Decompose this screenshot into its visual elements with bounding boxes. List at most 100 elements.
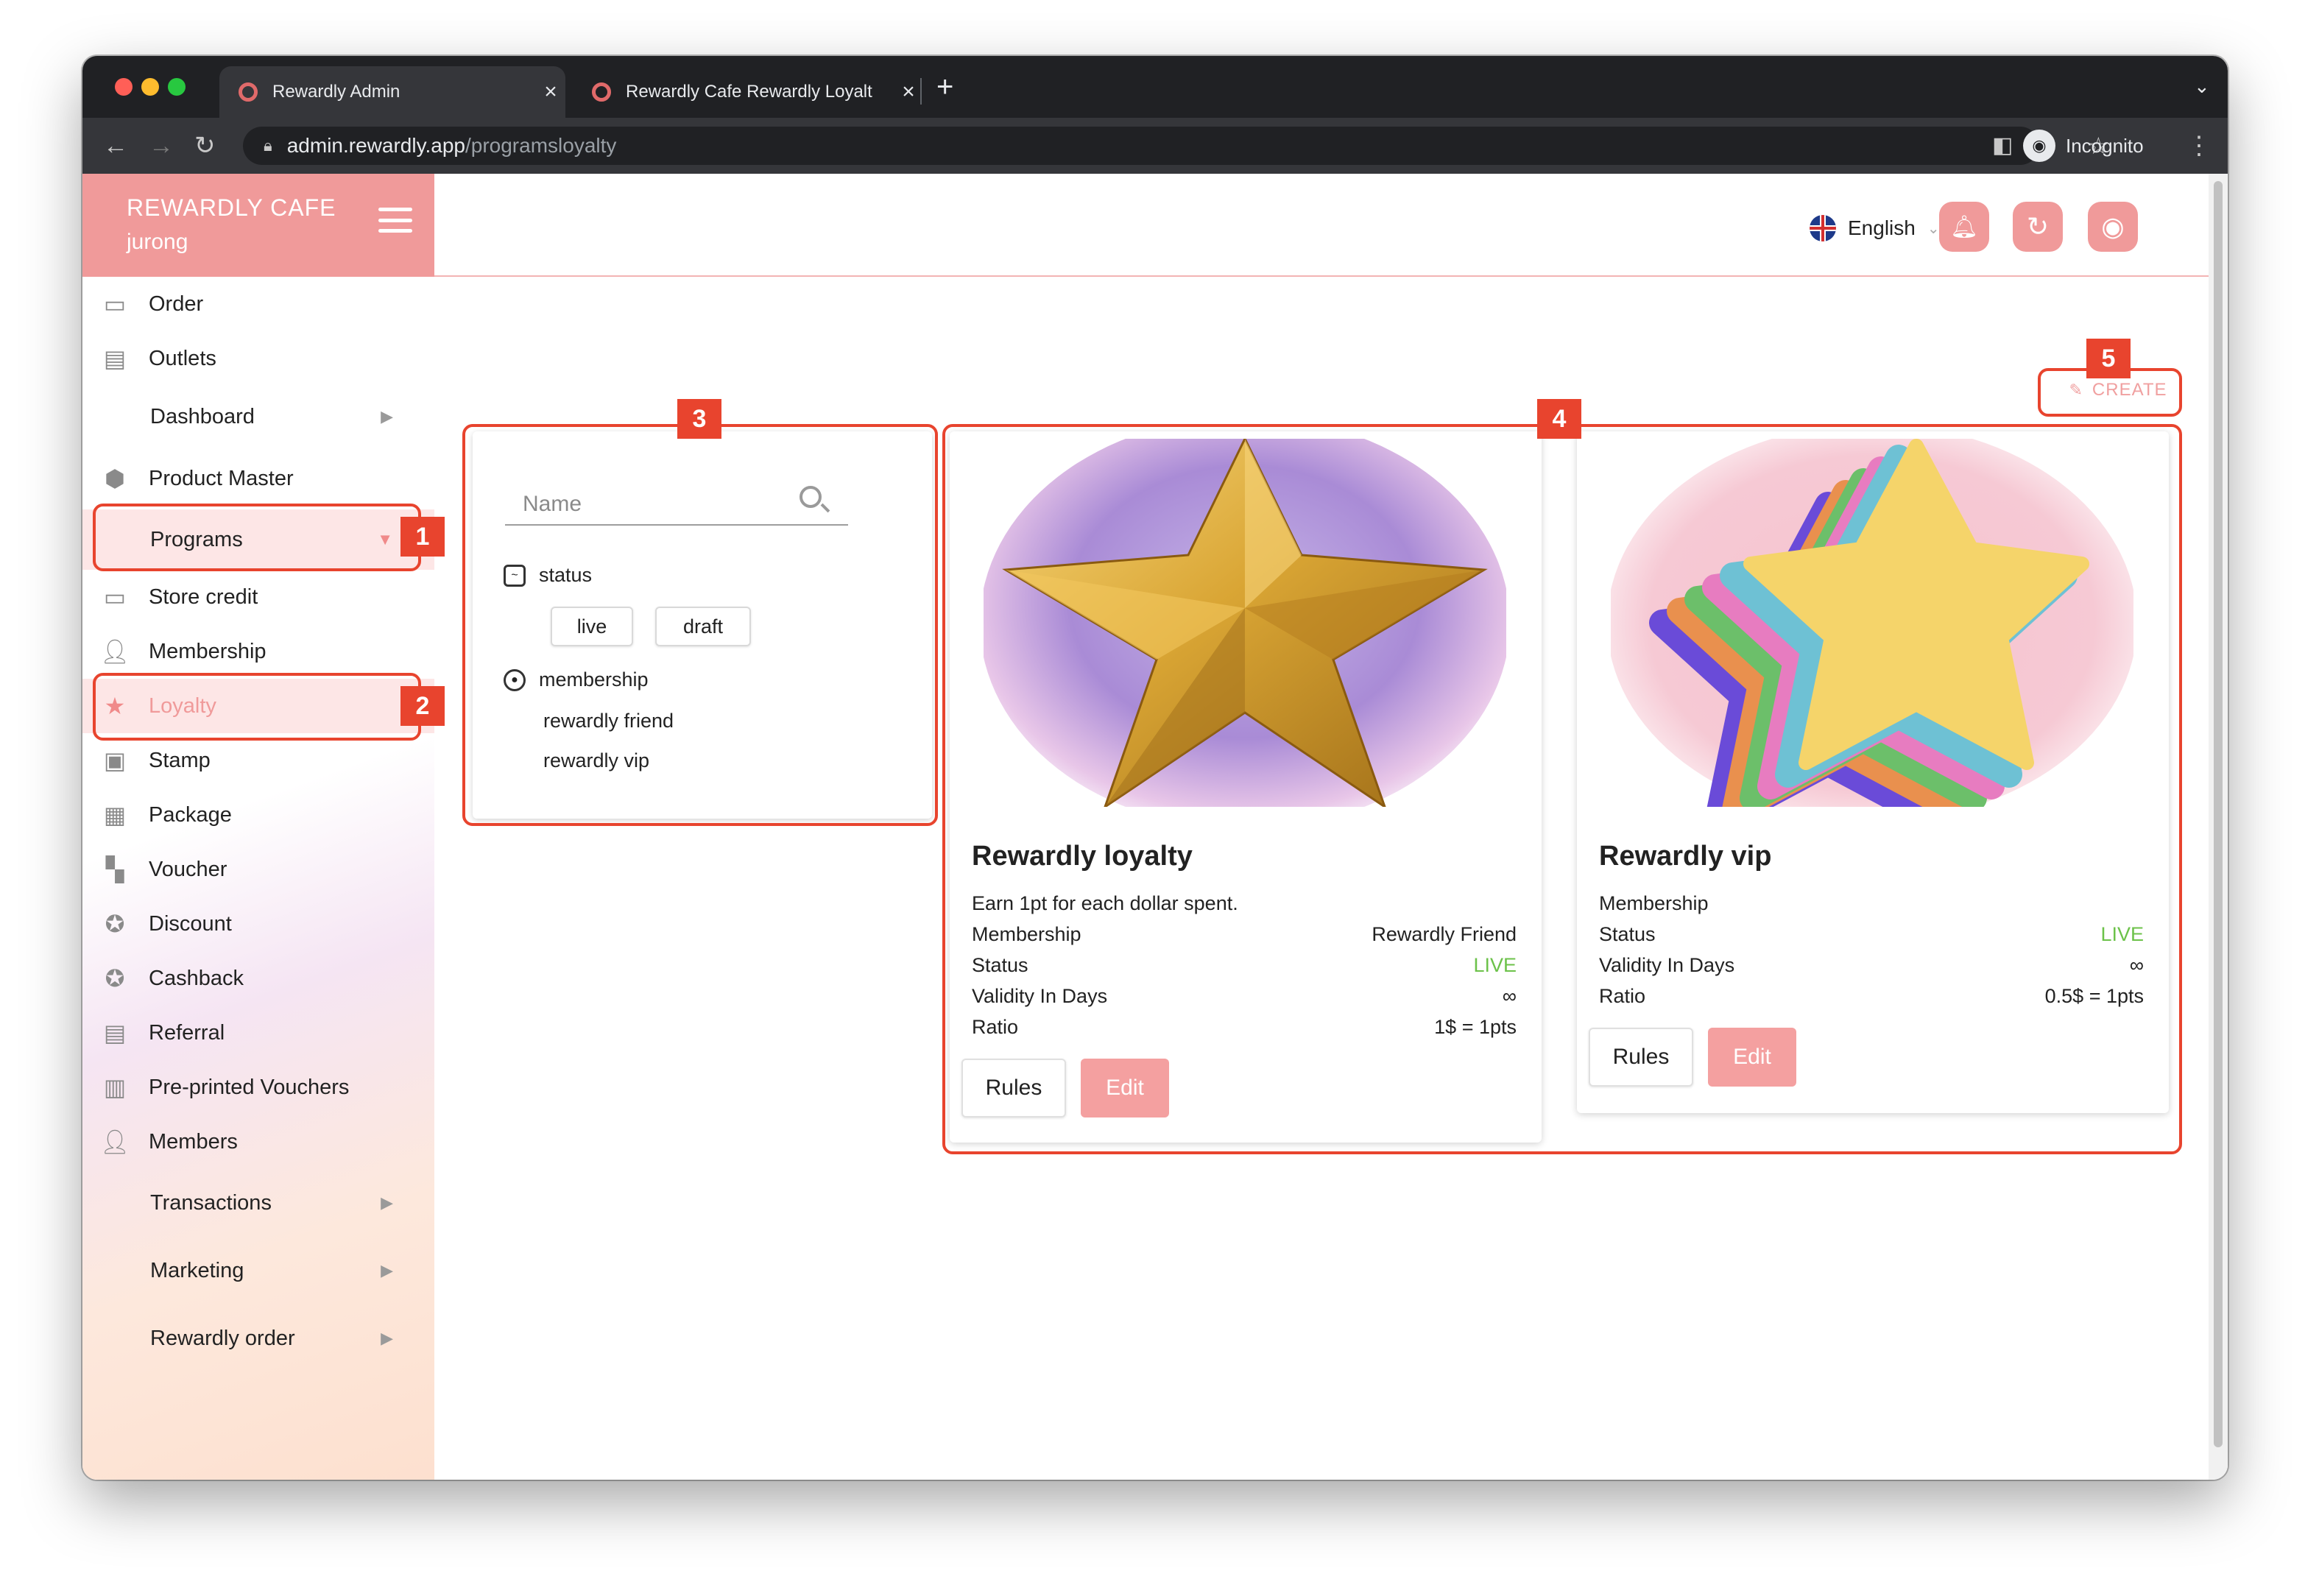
url-path: /programsloyalty — [465, 134, 617, 157]
sidebar-item-label: Transactions — [150, 1190, 272, 1215]
annotation-badge-2: 2 — [400, 686, 445, 726]
sidebar-item-members[interactable]: 👤︎ Members — [82, 1115, 434, 1169]
sidebar-item-label: Members — [149, 1129, 238, 1154]
refresh-button[interactable]: ↻ — [2013, 202, 2063, 252]
brand-name: REWARDLY CAFE — [127, 194, 336, 221]
sidebar-item-cashback[interactable]: ✪ Cashback — [82, 951, 434, 1006]
referral-icon: ▤ — [103, 1020, 127, 1046]
sidebar-item-package[interactable]: ▦ Package — [82, 788, 434, 842]
outlet-name: jurong — [127, 230, 188, 254]
close-tab-icon[interactable]: × — [894, 80, 923, 105]
scrollbar-thumb[interactable] — [2214, 181, 2223, 1447]
side-panel-icon[interactable]: ◧ — [1992, 131, 2013, 160]
lock-icon: 🔒︎ — [264, 136, 272, 155]
menu-kebab-icon[interactable]: ⋮ — [2186, 131, 2212, 160]
rewardly-favicon-icon — [592, 82, 611, 102]
new-tab-icon[interactable]: + — [936, 71, 953, 104]
sidebar-item-label: Referral — [149, 1020, 225, 1045]
cube-icon: ⬢ — [105, 465, 125, 492]
sidebar-item-transactions[interactable]: Transactions ▶ — [82, 1172, 434, 1234]
uk-flag-icon — [1810, 215, 1836, 241]
tab-title: Rewardly Admin — [272, 82, 400, 102]
sidebar-item-label: Membership — [149, 639, 267, 663]
annotation-box-2 — [93, 673, 421, 741]
chevron-down-icon: ⌄ — [1927, 220, 1940, 237]
sidebar-item-label: Pre-printed Vouchers — [149, 1075, 350, 1099]
sidebar-item-outlets[interactable]: ▤ Outlets — [82, 331, 434, 386]
add-user-icon: 👤︎ — [99, 1129, 130, 1155]
tab-bar: Rewardly Admin × Rewardly Cafe Rewardly … — [82, 56, 2228, 118]
sidebar-item-label: Marketing — [150, 1258, 244, 1282]
tab-divider — [920, 78, 922, 105]
annotation-badge-4: 4 — [1537, 399, 1581, 439]
barcode-icon: ▥ — [103, 1074, 127, 1101]
sidebar-item-label: Package — [149, 802, 232, 827]
tab-title: Rewardly Cafe Rewardly Loyalt — [626, 82, 872, 102]
discount-icon: ✪ — [105, 911, 125, 937]
language-label: English — [1848, 216, 1916, 239]
page-scrollbar[interactable] — [2209, 174, 2228, 1480]
sidebar-item-label: Voucher — [149, 857, 227, 881]
sidebar-item-product-master[interactable]: ⬢ Product Master — [82, 449, 434, 508]
bell-icon: 🔔︎ — [1949, 214, 1979, 239]
language-selector[interactable]: English ⌄ — [1810, 215, 1940, 241]
sidebar-item-membership[interactable]: 👤︎ Membership — [82, 624, 434, 679]
sidebar-item-label: Product Master — [149, 466, 294, 490]
sidebar-item-pre-printed-vouchers[interactable]: ▥ Pre-printed Vouchers — [82, 1060, 434, 1115]
address-bar[interactable]: 🔒︎ admin.rewardly.app /programsloyalty ⊘… — [243, 127, 2109, 165]
sidebar-item-voucher[interactable]: ▚ Voucher — [82, 842, 434, 897]
tab-rewardly-admin[interactable]: Rewardly Admin × — [219, 66, 565, 118]
cashback-icon: ✪ — [105, 965, 125, 992]
tab-rewardly-loyalty[interactable]: Rewardly Cafe Rewardly Loyalt × — [573, 66, 923, 118]
forward-icon[interactable]: → — [149, 131, 174, 160]
sidebar-item-label: Rewardly order — [150, 1326, 295, 1350]
user-circle-icon: ◉ — [2101, 211, 2125, 241]
store-icon: ▤ — [103, 345, 127, 372]
annotation-badge-3: 3 — [677, 399, 721, 439]
back-icon[interactable]: ← — [103, 131, 128, 160]
user-card-icon: 👤︎ — [99, 638, 130, 665]
annotation-box-4 — [942, 424, 2182, 1154]
browser-window: Rewardly Admin × Rewardly Cafe Rewardly … — [82, 56, 2228, 1480]
sidebar-item-dashboard[interactable]: Dashboard ▶ — [82, 387, 434, 446]
caret-right-icon: ▶ — [381, 1261, 393, 1279]
incognito-badge[interactable]: ◉ Incognito — [2023, 128, 2144, 163]
sidebar-item-stamp[interactable]: ▣ Stamp — [82, 733, 434, 788]
brand-header: REWARDLY CAFE jurong — [82, 174, 434, 277]
credit-card-icon: ▭ — [103, 291, 127, 317]
hamburger-menu-icon[interactable] — [378, 208, 412, 233]
incognito-icon: ◉ — [2023, 130, 2055, 162]
sidebar-item-rewardly-order[interactable]: Rewardly order ▶ — [82, 1307, 434, 1369]
browser-toolbar: ← → ↻ 🔒︎ admin.rewardly.app /programsloy… — [82, 118, 2228, 174]
refresh-icon: ↻ — [2026, 211, 2050, 241]
sidebar-item-label: Store credit — [149, 585, 258, 609]
minimize-window-button[interactable] — [141, 78, 159, 96]
sidebar-item-label: Cashback — [149, 966, 244, 990]
stamp-icon: ▣ — [103, 747, 127, 774]
rewardly-favicon-icon — [239, 82, 258, 102]
annotation-box-3 — [462, 424, 938, 826]
reload-icon[interactable]: ↻ — [194, 131, 216, 160]
annotation-badge-1: 1 — [400, 517, 445, 557]
close-window-button[interactable] — [115, 78, 133, 96]
annotation-box-1 — [93, 504, 421, 571]
sidebar-item-label: Order — [149, 292, 204, 316]
tab-search-chevron-icon[interactable]: ⌄ — [2194, 75, 2210, 98]
sidebar-item-label: Discount — [149, 911, 232, 936]
sidebar-item-marketing[interactable]: Marketing ▶ — [82, 1240, 434, 1302]
sidebar-item-referral[interactable]: ▤ Referral — [82, 1006, 434, 1060]
sidebar-item-label: Stamp — [149, 748, 211, 772]
profile-label: Incognito — [2066, 134, 2144, 157]
package-icon: ▦ — [103, 802, 127, 828]
sidebar: REWARDLY CAFE jurong ▭ Order ▤ Outlets D… — [82, 174, 434, 1480]
maximize-window-button[interactable] — [168, 78, 186, 96]
close-tab-icon[interactable]: × — [536, 80, 565, 105]
sidebar-item-order[interactable]: ▭ Order — [82, 277, 434, 331]
notifications-button[interactable]: 🔔︎ — [1939, 202, 1989, 252]
sidebar-item-discount[interactable]: ✪ Discount — [82, 897, 434, 951]
account-button[interactable]: ◉ — [2088, 202, 2138, 252]
caret-right-icon: ▶ — [381, 1193, 393, 1212]
app-viewport: REWARDLY CAFE jurong ▭ Order ▤ Outlets D… — [82, 174, 2228, 1480]
sidebar-item-store-credit[interactable]: ▭ Store credit — [82, 570, 434, 624]
sidebar-item-label: Outlets — [149, 346, 216, 370]
